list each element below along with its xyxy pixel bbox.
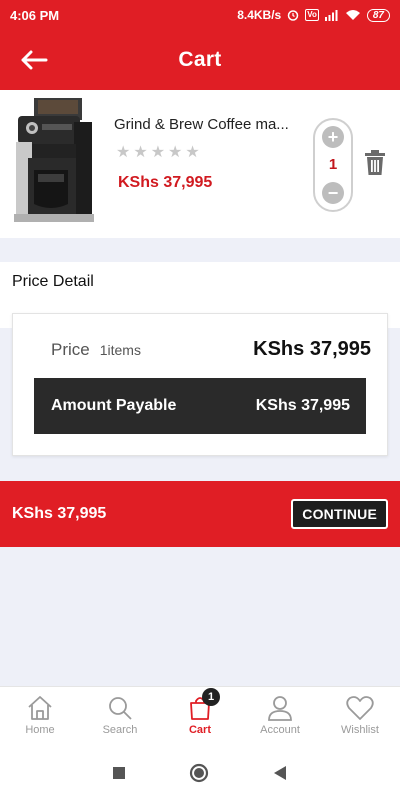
nav-item-home[interactable]: Home <box>0 687 80 747</box>
trash-icon <box>365 150 385 175</box>
amount-payable-row: Amount Payable KShs 37,995 <box>34 378 366 434</box>
decrease-quantity-button[interactable]: − <box>322 182 344 204</box>
wifi-icon <box>345 10 360 20</box>
price-row: Price 1items KShs 37,995 <box>51 338 371 361</box>
items-count: 1items <box>99 342 141 358</box>
app-bar: Cart <box>0 30 400 90</box>
status-bar: 4:06 PM 8.4KB/s Vo 87 <box>0 0 400 30</box>
arrow-left-icon <box>21 50 48 70</box>
product-name[interactable]: Grind & Brew Coffee ma... <box>114 116 304 133</box>
nav-item-search[interactable]: Search <box>80 687 160 747</box>
nav-label-home: Home <box>25 724 55 736</box>
nav-label-account: Account <box>260 724 300 736</box>
price-label: Price <box>51 340 90 359</box>
status-icons: 8.4KB/s Vo 87 <box>237 8 390 22</box>
remove-item-button[interactable] <box>364 150 388 176</box>
quantity-value: 1 <box>328 156 338 173</box>
checkout-total: KShs 37,995 <box>12 505 107 522</box>
volte-icon: Vo <box>305 9 319 21</box>
signal-icon <box>324 10 338 21</box>
minus-icon: − <box>327 183 339 203</box>
network-speed: 8.4KB/s <box>237 8 282 22</box>
cart-count-badge: 1 <box>202 688 220 706</box>
bottom-navigation: Home Search 1 Cart Account Wishlist <box>0 686 400 746</box>
recents-button[interactable] <box>112 766 126 780</box>
star-icon: ★ <box>185 144 202 161</box>
alarm-icon <box>287 10 299 21</box>
nav-item-account[interactable]: Account <box>240 687 320 747</box>
home-button[interactable] <box>189 763 209 783</box>
cart-item: Grind & Brew Coffee ma... ★ ★ ★ ★ ★ KShs… <box>0 90 400 238</box>
system-navigation-bar <box>0 746 400 800</box>
nav-label-wishlist: Wishlist <box>341 724 379 736</box>
nav-label-cart: Cart <box>188 724 211 736</box>
star-icon: ★ <box>116 144 133 161</box>
battery-indicator: 87 <box>366 8 390 22</box>
plus-icon: + <box>327 127 339 147</box>
increase-quantity-button[interactable]: + <box>322 126 344 148</box>
back-nav-button[interactable] <box>272 765 288 781</box>
checkout-bar: KShs 37,995 CONTINUE <box>0 481 400 547</box>
product-price: KShs 37,995 <box>118 174 213 191</box>
heart-icon <box>346 696 374 720</box>
product-image[interactable] <box>12 96 100 226</box>
search-icon <box>109 697 132 720</box>
price-card: Price 1items KShs 37,995 Amount Payable … <box>12 313 388 456</box>
star-icon: ★ <box>168 144 185 161</box>
status-time: 4:06 PM <box>10 7 60 23</box>
page-title: Cart <box>178 48 222 71</box>
nav-label-search: Search <box>102 724 138 736</box>
nav-item-cart[interactable]: 1 Cart <box>160 687 240 747</box>
product-rating: ★ ★ ★ ★ ★ <box>116 142 203 162</box>
price-detail-title: Price Detail <box>12 273 94 290</box>
back-button[interactable] <box>18 44 50 76</box>
user-icon <box>268 696 292 721</box>
nav-item-wishlist[interactable]: Wishlist <box>320 687 400 747</box>
continue-button[interactable]: CONTINUE <box>291 499 388 529</box>
star-icon: ★ <box>133 144 150 161</box>
star-icon: ★ <box>150 144 168 161</box>
amount-payable-value: KShs 37,995 <box>255 397 350 414</box>
home-icon <box>28 696 52 720</box>
amount-payable-label: Amount Payable <box>51 397 177 414</box>
quantity-stepper: + 1 − <box>313 118 353 212</box>
price-amount: KShs 37,995 <box>253 338 371 360</box>
